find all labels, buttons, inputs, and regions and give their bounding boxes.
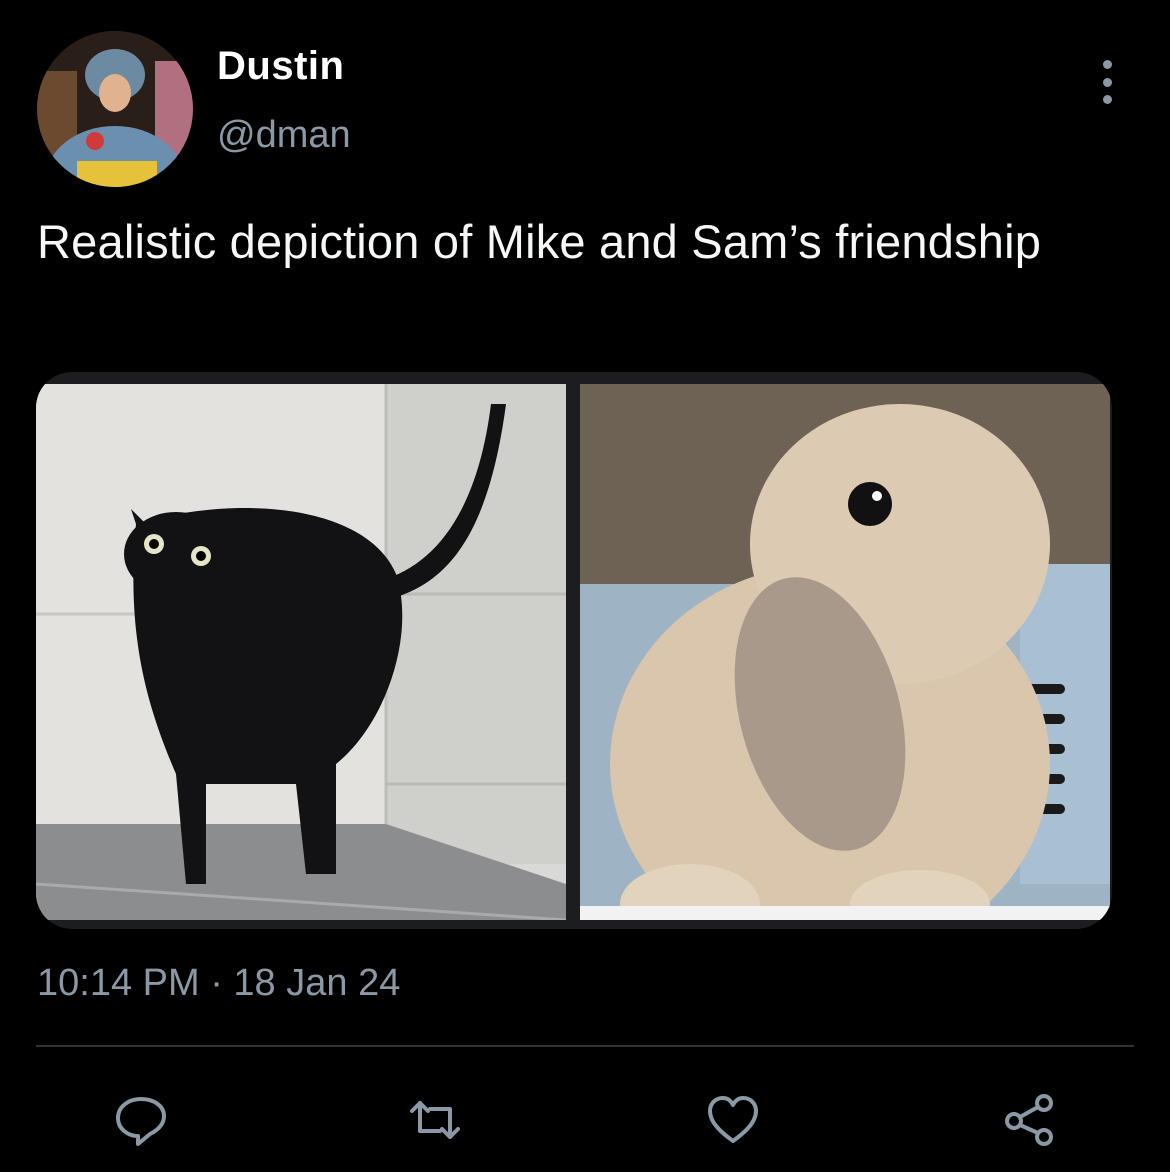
timestamp[interactable]: 10:14 PM · 18 Jan 24 <box>37 962 400 1005</box>
heart-icon <box>708 1096 758 1143</box>
bunny-photo[interactable] <box>580 384 1110 920</box>
retweet-icon <box>410 1101 460 1139</box>
share-icon <box>1005 1094 1053 1146</box>
action-bar <box>0 1085 1170 1155</box>
dot <box>1102 95 1112 104</box>
retweet-button[interactable] <box>400 1085 470 1155</box>
display-name[interactable]: Dustin <box>217 44 344 89</box>
avatar[interactable] <box>37 31 193 187</box>
reply-icon <box>116 1097 166 1146</box>
dot <box>1102 77 1112 87</box>
more-vertical-icon[interactable] <box>1094 60 1120 104</box>
avatar-photo <box>37 31 193 187</box>
share-button[interactable] <box>994 1085 1064 1155</box>
divider <box>36 1045 1134 1047</box>
cat-photo[interactable] <box>36 384 566 920</box>
like-button[interactable] <box>698 1085 768 1155</box>
dot <box>1102 60 1112 69</box>
user-handle[interactable]: @dman <box>217 114 351 157</box>
media-grid <box>36 372 1112 929</box>
tweet-text: Realistic depiction of Mike and Sam’s fr… <box>37 215 1042 268</box>
reply-button[interactable] <box>106 1085 176 1155</box>
